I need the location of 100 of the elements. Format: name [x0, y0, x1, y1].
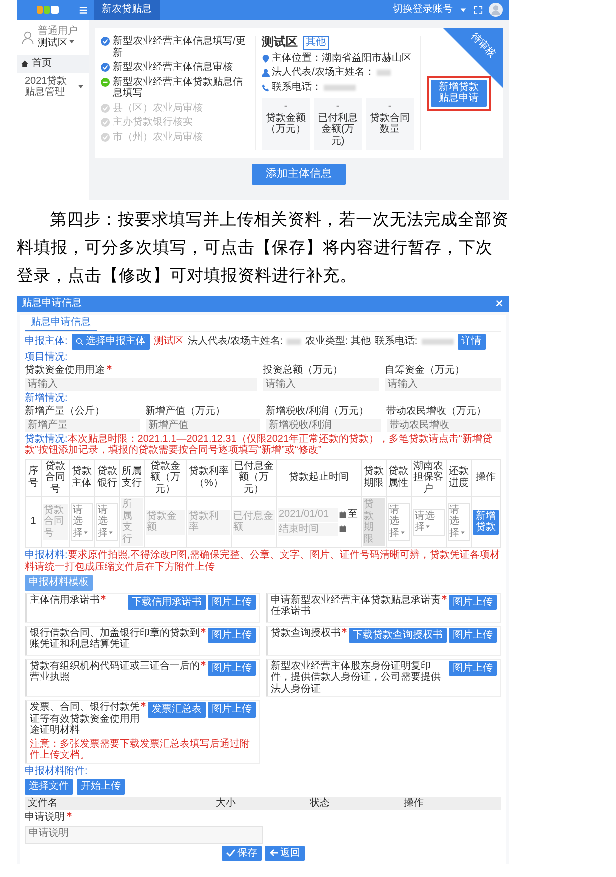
- entity-name: 测试区: [262, 36, 298, 50]
- select-field[interactable]: 请选择: [96, 502, 118, 542]
- input-field[interactable]: 贷款合同号: [43, 504, 68, 540]
- user-area-menu[interactable]: 测试区: [38, 38, 68, 48]
- panel-title: 银行借款合同、加盖银行印章的贷款到账凭证和利息结算凭证: [30, 628, 200, 651]
- upload-button[interactable]: 图片上传: [208, 702, 256, 718]
- fullscreen-icon[interactable]: [474, 6, 483, 14]
- input-field[interactable]: 请输入: [25, 378, 257, 391]
- back-button[interactable]: 返回: [264, 846, 304, 862]
- file-button[interactable]: 开始上传: [77, 779, 125, 795]
- nav-tab[interactable]: 新农贷贴息: [94, 0, 160, 20]
- agriculture-type: 农业类型: 其他: [305, 336, 371, 348]
- column-header: 文件名: [28, 798, 59, 810]
- input-field[interactable]: 请输入: [385, 378, 501, 391]
- user-role: 普通用户: [38, 26, 78, 38]
- section-heading: 申报材料附件:: [25, 766, 88, 778]
- step-label: 县（区）农业局审核: [113, 102, 203, 114]
- field-label: 投资总额（万元）: [263, 365, 343, 377]
- upload-button[interactable]: 发票汇总表: [148, 702, 206, 718]
- description-field[interactable]: 申请说明: [25, 826, 263, 844]
- new-application-button[interactable]: 新增贷款贴息申请: [431, 80, 487, 107]
- menu-icon[interactable]: [79, 6, 88, 14]
- upload-button[interactable]: 下载贷款查询授权书: [349, 628, 447, 644]
- representative-label: 法人代表/农场主姓名：: [272, 67, 375, 79]
- upload-button[interactable]: 图片上传: [449, 628, 497, 644]
- step-label: 主办贷款银行核实: [113, 117, 193, 128]
- sidebar-item[interactable]: 首页: [17, 55, 89, 72]
- caret-icon: [68, 38, 76, 46]
- select-entity-button[interactable]: 选择申报主体: [72, 334, 150, 350]
- required-icon: [107, 365, 112, 370]
- input-field[interactable]: 所属支行: [121, 498, 143, 546]
- upload-button[interactable]: 图片上传: [208, 594, 256, 610]
- stat-value: -: [284, 101, 288, 113]
- step-label: 市（州）农业局审核: [113, 132, 203, 143]
- sidebar-item[interactable]: 2021贷款贴息管理: [17, 72, 89, 102]
- modal-title: 贴息申请信息: [22, 298, 82, 310]
- file-button[interactable]: 选择文件: [25, 779, 73, 795]
- masked-value: [376, 70, 391, 76]
- upload-button[interactable]: 图片上传: [208, 660, 256, 676]
- input-field[interactable]: 请输入: [263, 378, 379, 391]
- select-field[interactable]: 请选择: [448, 502, 470, 542]
- column-header: 贷款合同号: [42, 459, 70, 497]
- input-field[interactable]: 已付息金额: [232, 510, 275, 535]
- field-label: 新增产量（公斤）: [25, 406, 105, 418]
- calendar-icon[interactable]: [339, 510, 347, 519]
- caret-icon: [400, 530, 406, 536]
- column-header: 贷款起止时间: [276, 459, 362, 497]
- column-header: 贷款利率（%）: [186, 459, 232, 497]
- date-field[interactable]: 结束时间: [278, 522, 338, 536]
- required-icon: [67, 812, 72, 818]
- date-field[interactable]: 2021/01/01: [278, 508, 338, 522]
- phone-label: 联系电话：: [272, 82, 322, 94]
- stat-label: 贷款金额（万元）: [265, 112, 307, 136]
- avatar-icon[interactable]: [489, 3, 503, 17]
- home-icon: [21, 60, 29, 68]
- user-avatar-icon: [21, 30, 35, 44]
- panel-title: 申请新型农业经营主体贷款贴息承诺责任承诺书: [271, 594, 441, 618]
- phone-icon: [262, 84, 270, 92]
- sidebar-item-label: 首页: [32, 58, 52, 70]
- input-field[interactable]: 带动农民增收: [386, 418, 501, 432]
- location-text: 主体位置：湖南省益阳市赫山区: [272, 52, 412, 64]
- calendar-icon[interactable]: [339, 525, 347, 534]
- upload-button[interactable]: 图片上传: [449, 660, 497, 676]
- field-label: 贷款资金使用用途: [25, 365, 105, 377]
- field-label: 自筹资金（万元）: [385, 365, 465, 377]
- input-field[interactable]: 新增产量: [25, 418, 140, 432]
- step-label: 新型农业经营主体信息审核: [113, 62, 233, 74]
- input-field[interactable]: 新增产值: [146, 418, 260, 432]
- select-field[interactable]: 请选择: [70, 502, 94, 542]
- close-icon[interactable]: [495, 299, 504, 308]
- materials-note: 申报材料:要求原件拍照,不得涂改P图,需确保完整、公章、文字、图片、证件号码清晰可辨，贷款凭证各项材料请统一打包成压缩文件后在下方附件上传: [25, 550, 501, 574]
- representative-label: 法人代表/农场主姓名:: [188, 336, 284, 348]
- account-menu[interactable]: 切换登录账号: [393, 4, 453, 16]
- select-field[interactable]: 请选择: [388, 502, 410, 542]
- input-field[interactable]: 贷款金额: [146, 510, 186, 535]
- details-button[interactable]: 详情: [458, 334, 486, 350]
- template-button[interactable]: 申报材料模板: [25, 575, 93, 591]
- add-entity-button[interactable]: 添加主体信息: [252, 164, 346, 185]
- stat-value: -: [388, 101, 392, 113]
- save-button[interactable]: 保存: [222, 846, 262, 862]
- section-heading: 申报主体:: [25, 336, 68, 348]
- select-field[interactable]: 请选择: [412, 508, 445, 536]
- sidebar-item-label: 2021贷款贴息管理: [25, 76, 68, 98]
- upload-button[interactable]: 图片上传: [208, 628, 256, 644]
- panel-title: 贷款有组织机构代码证或三证合一后的营业执照: [30, 660, 200, 684]
- panel-title: 贷款查询授权书: [271, 628, 341, 640]
- input-field[interactable]: 新增税收/利润: [266, 418, 380, 432]
- input-field[interactable]: 贷款利率: [188, 510, 230, 535]
- stat-label: 已付利息金额(万元): [317, 112, 359, 148]
- column-header: 操作: [404, 798, 425, 810]
- upload-button[interactable]: 图片上传: [449, 594, 497, 610]
- column-header: 贷款主体: [69, 459, 95, 497]
- column-header: 状态: [310, 798, 331, 810]
- form-tab[interactable]: 贴息申请信息: [25, 314, 97, 332]
- stat-value: -: [336, 101, 340, 112]
- column-header: 还款进度: [446, 459, 472, 497]
- panel-title: 新型农业经营主体股东身份证明复印件，提供借款人身份证，公司需要提供法人身份证: [271, 660, 442, 696]
- column-header: 序号: [26, 459, 42, 497]
- add-loan-button[interactable]: 新增贷款: [472, 510, 499, 535]
- upload-button[interactable]: 下载信用承诺书: [128, 594, 206, 610]
